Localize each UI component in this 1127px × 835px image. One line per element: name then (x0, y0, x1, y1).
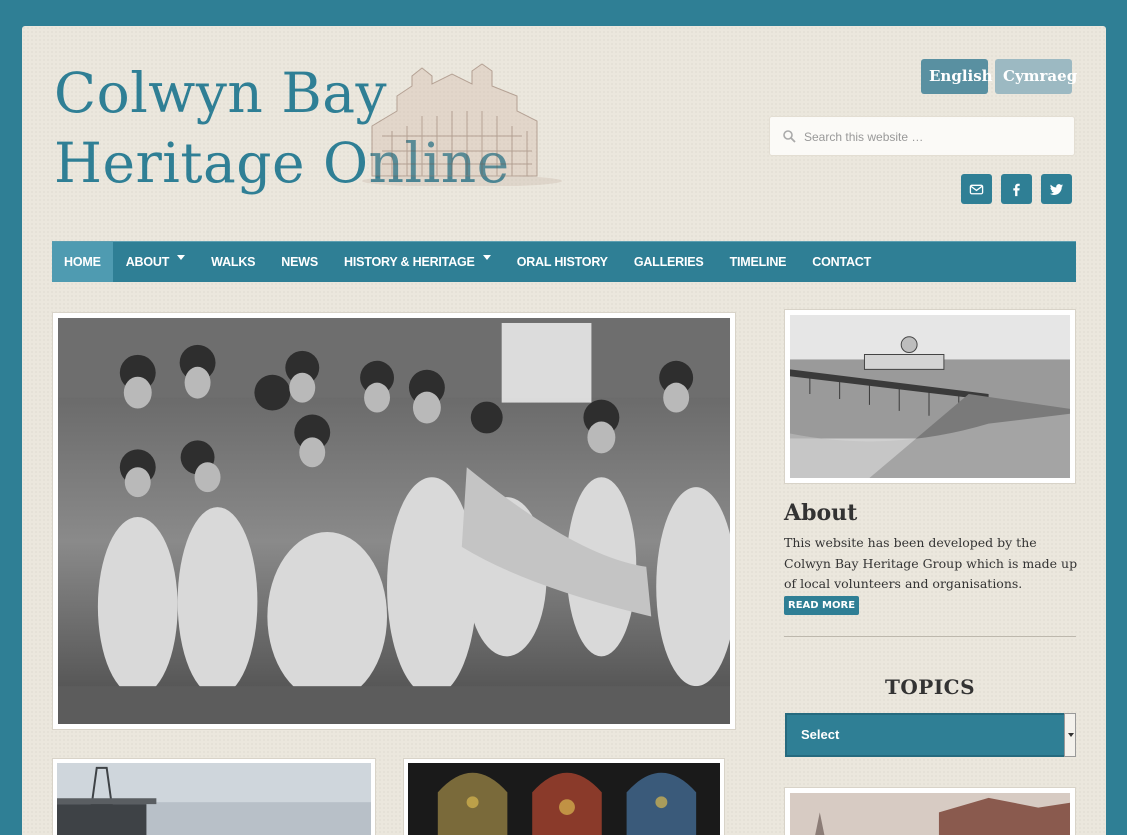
hero-photo-image (58, 318, 730, 724)
pier-ruins-image (57, 763, 371, 835)
twitter-button[interactable] (1041, 174, 1072, 204)
street-photo[interactable] (784, 787, 1076, 835)
nav-item-label: ORAL HISTORY (516, 255, 608, 269)
about-title: About (784, 500, 858, 526)
about-text: This website has been developed by the C… (784, 535, 1078, 591)
stained-glass-card[interactable] (403, 758, 725, 835)
read-more-button[interactable]: READ MORE (784, 596, 860, 615)
caret-down-icon (177, 254, 186, 260)
nav-item-about[interactable]: ABOUT (113, 242, 198, 282)
nav-item-label: TIMELINE (729, 255, 787, 269)
nav-item-galleries[interactable]: GALLERIES (621, 242, 717, 282)
nav-item-history-heritage[interactable]: HISTORY & HERITAGE (331, 242, 504, 282)
nav-item-label: GALLERIES (633, 255, 704, 269)
nav-item-label: HOME (64, 255, 101, 269)
caret-down-icon (482, 254, 491, 260)
nav-item-label: CONTACT (812, 255, 872, 269)
facebook-button[interactable] (1001, 174, 1032, 204)
hero-photo[interactable] (52, 312, 736, 730)
english-language-button[interactable]: English (921, 59, 993, 94)
main-navigation: HOME ABOUT WALKS NEWS HISTORY & HERITAGE… (52, 241, 1076, 282)
chevron-down-icon (1064, 713, 1076, 757)
email-button[interactable] (961, 174, 992, 204)
building-illustration (362, 63, 562, 186)
topics-select[interactable]: Select (785, 713, 1076, 757)
search-input[interactable] (804, 123, 1064, 151)
pier-photo-image (790, 315, 1070, 478)
stained-glass-image (408, 763, 720, 835)
nav-item-oral-history[interactable]: ORAL HISTORY (504, 242, 621, 282)
twitter-icon (1049, 183, 1064, 195)
nav-item-timeline[interactable]: TIMELINE (717, 242, 800, 282)
nav-item-news[interactable]: NEWS (268, 242, 331, 282)
nav-item-label: WALKS (211, 255, 256, 269)
pier-photo[interactable] (784, 309, 1076, 484)
nav-item-walks[interactable]: WALKS (198, 242, 268, 282)
page-container: Colwyn Bay Heritage Online English Cymra… (22, 26, 1106, 835)
search-icon (783, 130, 796, 143)
nav-item-label: NEWS (281, 255, 318, 269)
nav-item-contact[interactable]: CONTACT (799, 242, 884, 282)
nav-item-label: HISTORY & HERITAGE (344, 255, 475, 269)
facebook-icon (1013, 183, 1020, 196)
sidebar-divider (784, 636, 1076, 637)
topics-select-value: Select (801, 727, 840, 742)
mail-icon (969, 184, 984, 194)
nav-item-home[interactable]: HOME (52, 242, 113, 282)
welsh-language-button[interactable]: Cymraeg (995, 59, 1077, 94)
street-photo-image (790, 793, 1070, 835)
nav-item-label: ABOUT (125, 255, 170, 269)
search-box[interactable] (769, 116, 1075, 156)
pier-ruins-card[interactable] (52, 758, 376, 835)
topics-title: TOPICS (884, 675, 976, 699)
